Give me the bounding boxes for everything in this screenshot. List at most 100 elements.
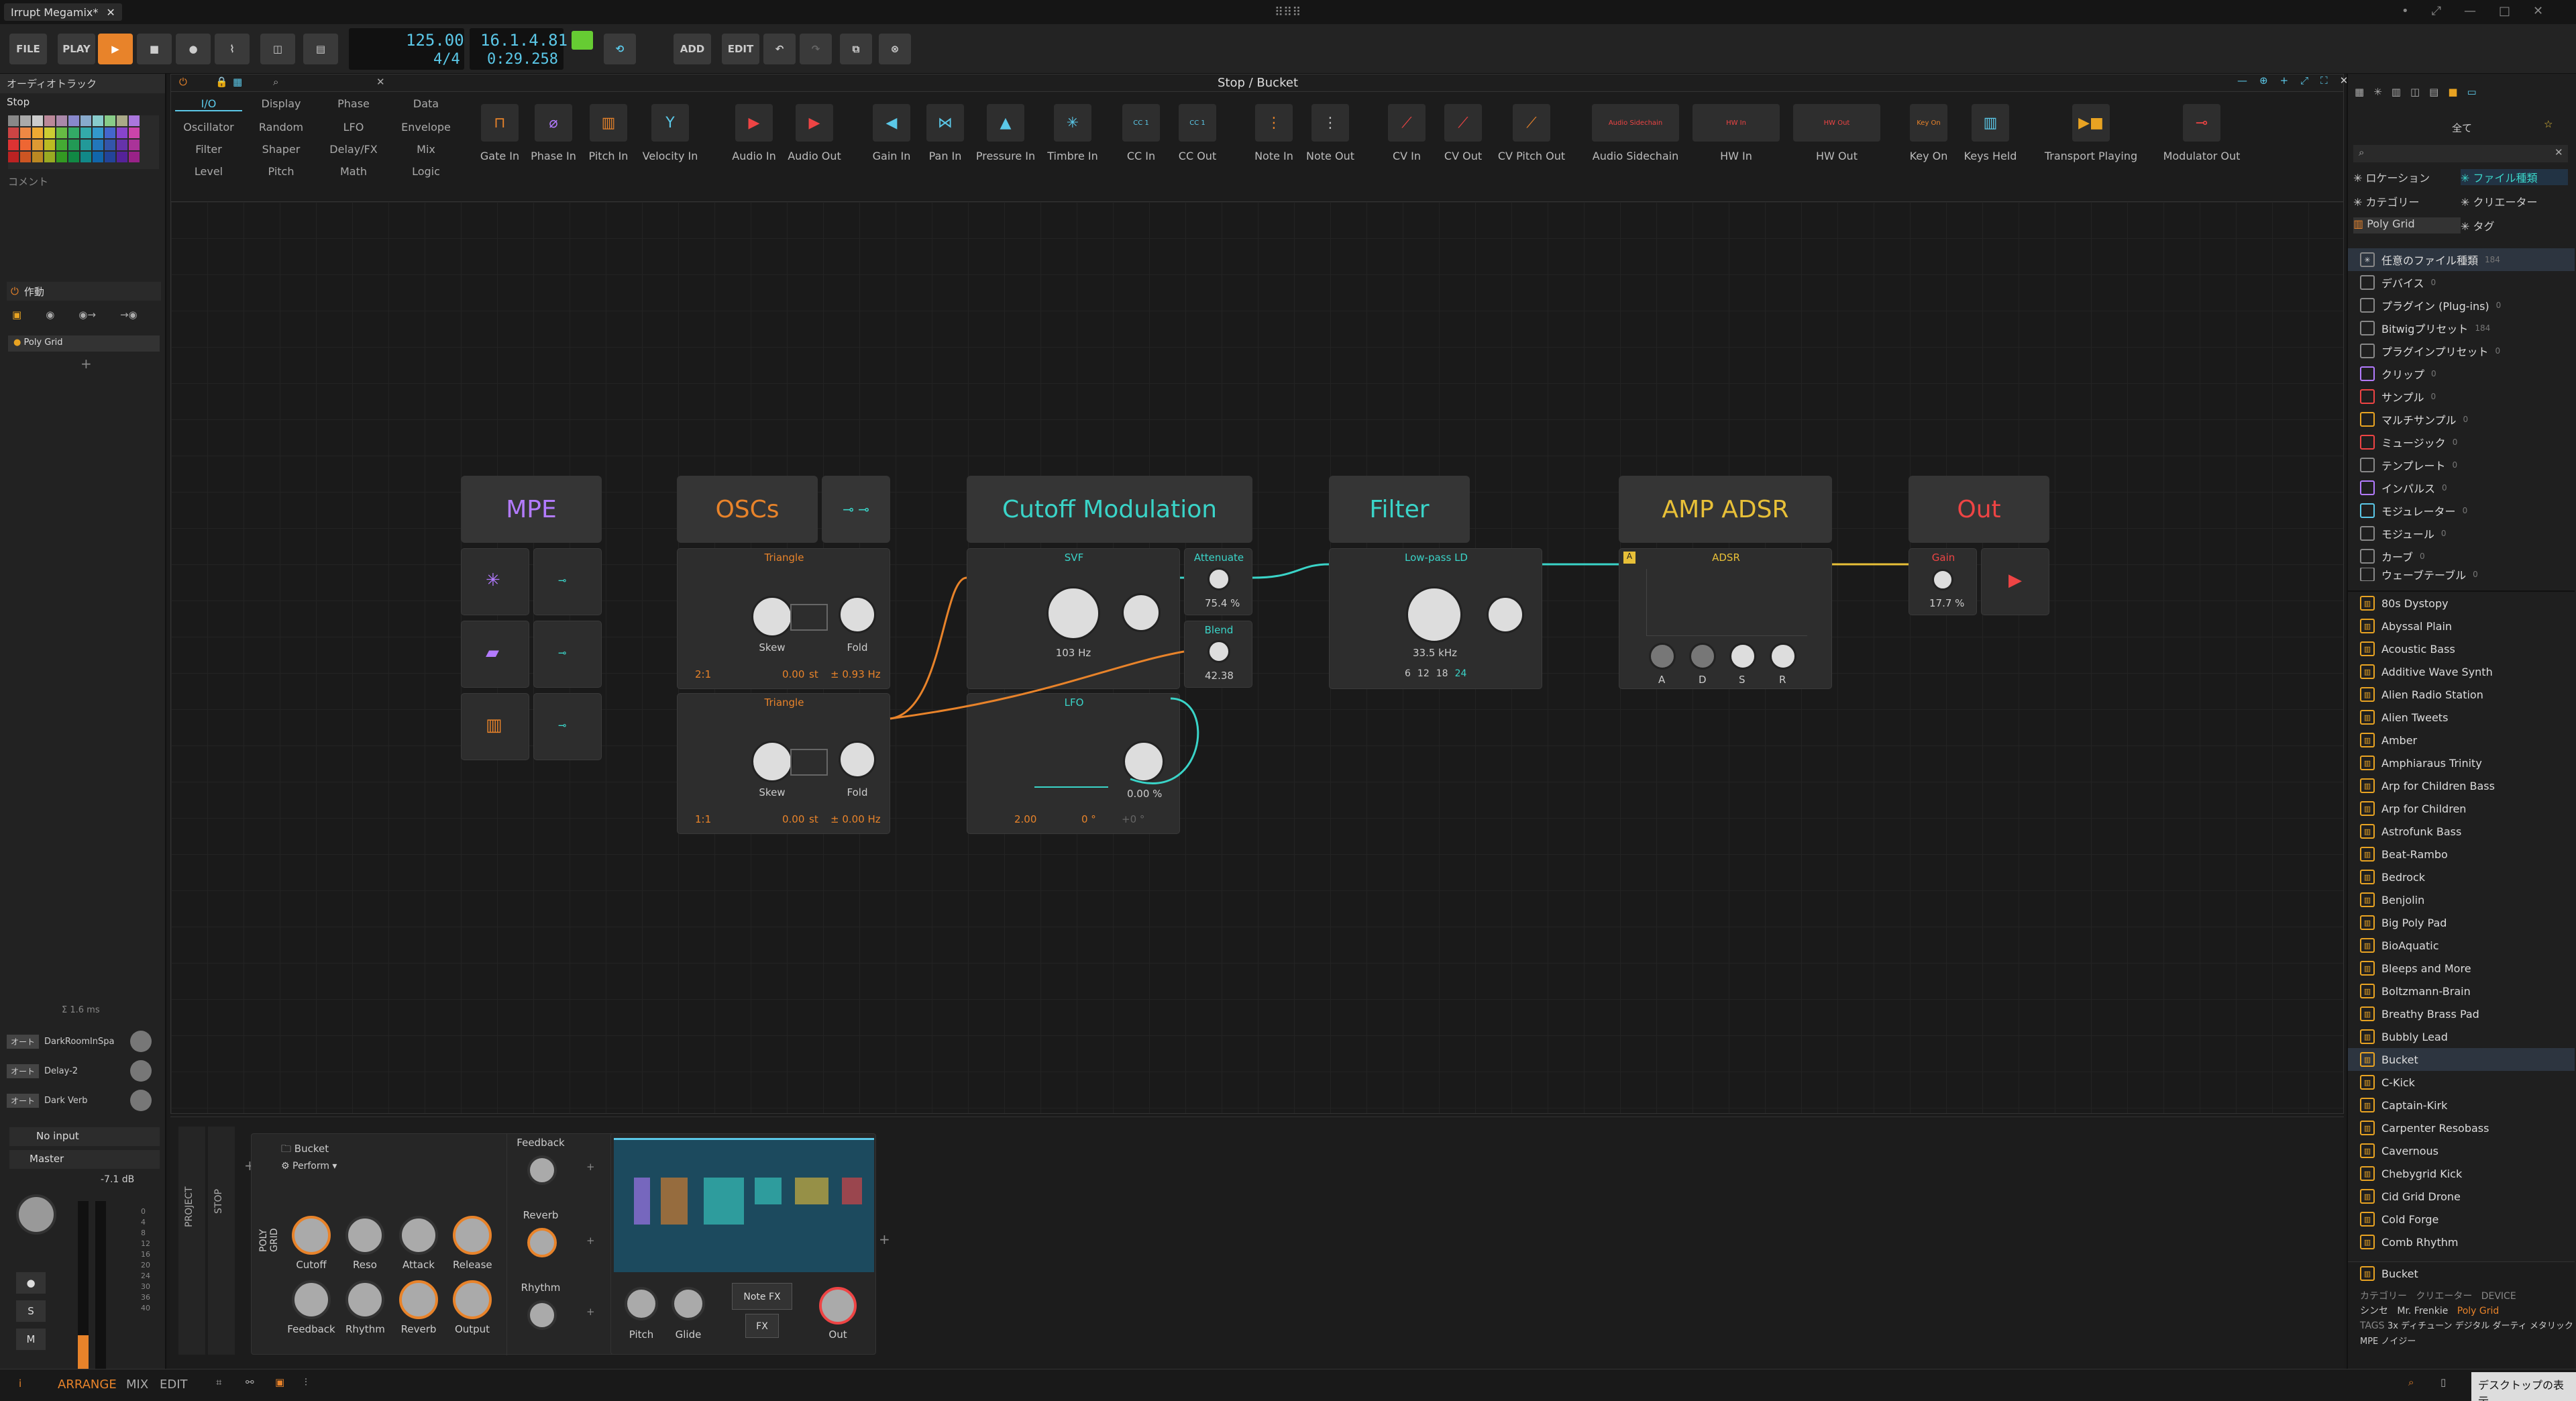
list-item[interactable]: ▥ 80s Dystopy xyxy=(2348,592,2575,615)
info-icon[interactable]: i xyxy=(19,1378,21,1390)
list-item[interactable]: インパルス 0 xyxy=(2348,476,2575,499)
remote-knob-rhythm[interactable] xyxy=(527,1300,557,1330)
clear-icon[interactable]: ✕ xyxy=(2555,146,2563,158)
color-palette[interactable] xyxy=(8,115,159,169)
palette-phase-in[interactable]: ⌀ Phase In xyxy=(527,104,580,162)
close-icon[interactable]: ✕ xyxy=(106,6,115,19)
automation-icon[interactable]: ⌇ xyxy=(215,34,250,64)
list-item[interactable]: ▥ Amber xyxy=(2348,729,2575,751)
filter-file-type[interactable]: ✳ ファイル種類 xyxy=(2461,169,2568,185)
note-fx-button[interactable]: Note FX xyxy=(732,1283,792,1310)
palette-cc-in[interactable]: CC 1 CC In xyxy=(1113,104,1169,162)
palette-key-on[interactable]: Key On Key On xyxy=(1900,104,1957,162)
track-sidebar[interactable]: STOP xyxy=(208,1127,235,1355)
play-label-button[interactable]: PLAY xyxy=(58,34,95,64)
list-item[interactable]: ▥ Chebygrid Kick xyxy=(2348,1162,2575,1185)
list-item[interactable]: ✳ 任意のファイル種類 184 xyxy=(2348,248,2575,271)
list-item[interactable]: ▥ Amphiaraus Trinity xyxy=(2348,751,2575,774)
list-item[interactable]: ウェーブテーブル 0 xyxy=(2348,568,2575,581)
link-icon[interactable]: ⚯ xyxy=(246,1376,254,1388)
knob-release[interactable] xyxy=(453,1216,492,1255)
add-remote-icon[interactable]: + xyxy=(586,1306,595,1318)
send-mode[interactable]: オート xyxy=(7,1093,40,1108)
knob-reso[interactable] xyxy=(345,1216,384,1255)
power-icon[interactable]: ⏻ xyxy=(11,285,19,297)
palette-pitch-in[interactable]: ▥ Pitch In xyxy=(580,104,637,162)
category-tab[interactable]: Pitch xyxy=(248,165,315,178)
loop-icon[interactable]: ⟲ xyxy=(604,34,636,64)
knob-rhythm[interactable] xyxy=(345,1280,384,1319)
list-item[interactable]: ▥ C-Kick xyxy=(2348,1071,2575,1094)
device-preset[interactable]: 🗀 Bucket xyxy=(281,1142,329,1159)
edit-button[interactable]: EDIT xyxy=(722,34,759,64)
browser-search[interactable]: ⌕ ✕ xyxy=(2353,145,2568,162)
knob-output[interactable] xyxy=(453,1280,492,1319)
power-icon[interactable]: ⏻ xyxy=(179,76,187,88)
palette-hw-out[interactable]: HW Out HW Out xyxy=(1786,104,1887,162)
add-remote-icon[interactable]: + xyxy=(586,1235,595,1247)
list-item[interactable]: ▥ Alien Tweets xyxy=(2348,706,2575,729)
note-in-icon[interactable]: ◉→ xyxy=(78,309,96,321)
search-icon[interactable]: ⌕ xyxy=(2408,1376,2414,1388)
metronome-icon[interactable] xyxy=(572,31,593,50)
device-view-icon[interactable]: ▣ xyxy=(275,1376,284,1388)
list-item[interactable]: ▥ Benjolin xyxy=(2348,888,2575,911)
category-tab[interactable]: Data xyxy=(392,97,460,111)
list-item[interactable]: マルチサンプル 0 xyxy=(2348,408,2575,431)
add-button[interactable]: ADD xyxy=(674,34,711,64)
add-remote-icon[interactable]: + xyxy=(586,1161,595,1173)
fullscreen-icon[interactable]: ⛶ xyxy=(2320,74,2328,87)
project-sidebar[interactable]: PROJECT xyxy=(178,1127,205,1355)
filter-category[interactable]: ✳ カテゴリー xyxy=(2353,193,2461,209)
add-icon[interactable]: + xyxy=(2280,74,2289,87)
list-item[interactable]: カーブ 0 xyxy=(2348,545,2575,568)
list-item[interactable]: ▥ Additive Wave Synth xyxy=(2348,660,2575,683)
send-knob[interactable] xyxy=(130,1031,152,1052)
list-item[interactable]: Bitwigプリセット 184 xyxy=(2348,317,2575,340)
add-device-icon[interactable]: + xyxy=(80,356,92,372)
tempo-display[interactable]: 125.00 4/4 xyxy=(349,28,464,70)
list-item[interactable]: ▥ Astrofunk Bass xyxy=(2348,820,2575,843)
fx-button[interactable]: FX xyxy=(745,1314,779,1338)
chain-item-poly-grid[interactable]: ● Poly Grid xyxy=(8,335,160,352)
comment-label[interactable]: コメント xyxy=(8,174,48,189)
undo-icon[interactable]: ↶ xyxy=(763,34,796,64)
list-item[interactable]: ▥ Bedrock xyxy=(2348,866,2575,888)
list-item[interactable]: ▥ Cold Forge xyxy=(2348,1208,2575,1231)
palette-audio-in[interactable]: ▶ Audio In xyxy=(724,104,784,162)
maximize-icon[interactable]: □ xyxy=(2499,4,2510,18)
edit-tab[interactable]: EDIT xyxy=(160,1378,188,1392)
list-item-selected[interactable]: ▥ Bucket xyxy=(2348,1048,2575,1071)
list-item[interactable]: ▥ Bubbly Lead xyxy=(2348,1025,2575,1048)
device-icon[interactable]: ▣ xyxy=(12,309,21,321)
palette-note-out[interactable]: ⋮ Note Out xyxy=(1302,104,1358,162)
category-tab[interactable]: LFO xyxy=(320,121,387,134)
project-tab[interactable]: Irrupt Megamix* ✕ xyxy=(4,3,122,21)
minimize-icon[interactable]: — xyxy=(2237,74,2247,87)
window-restore-icon[interactable]: ⤢ xyxy=(2432,4,2441,18)
input-selector[interactable]: No input xyxy=(9,1127,160,1146)
palette-cc-out[interactable]: CC 1 CC Out xyxy=(1169,104,1226,162)
list-item[interactable]: ▥ Boltzmann-Brain xyxy=(2348,980,2575,1002)
knob-glide[interactable] xyxy=(672,1287,705,1320)
send-knob[interactable] xyxy=(130,1090,152,1111)
minimize-icon[interactable]: — xyxy=(2464,4,2476,18)
list-item[interactable]: プラグイン (Plug-ins) 0 xyxy=(2348,294,2575,317)
zoom-icon[interactable]: ⊕ xyxy=(2259,74,2268,87)
palette-cv-in[interactable]: ⟋ CV In xyxy=(1379,104,1435,162)
send-knob[interactable] xyxy=(130,1060,152,1082)
category-tab[interactable]: Math xyxy=(320,165,387,178)
file-icon[interactable]: ▯ xyxy=(2440,1376,2446,1388)
list-item[interactable]: デバイス 0 xyxy=(2348,271,2575,294)
category-tab[interactable]: Oscillator xyxy=(175,121,242,134)
remote-knob-feedback[interactable] xyxy=(527,1155,557,1185)
filter-location[interactable]: ✳ ロケーション xyxy=(2353,169,2461,185)
modulator-icon[interactable]: ◉ xyxy=(46,309,54,321)
poly-grid-device[interactable]: POLY GRID 🗀 Bucket ⚙ Perform ▾ Cutoff Re… xyxy=(251,1133,672,1355)
grid-icon[interactable]: ⌗ xyxy=(216,1376,221,1388)
category-tab[interactable]: Random xyxy=(248,121,315,134)
plugins-icon[interactable]: ▤ xyxy=(2429,86,2438,98)
palette-transport-playing[interactable]: ▶■ Transport Playing xyxy=(2037,104,2145,162)
filter-tags[interactable]: ✳ タグ xyxy=(2461,217,2568,234)
list-item[interactable]: ▥ Cid Grid Drone xyxy=(2348,1185,2575,1208)
